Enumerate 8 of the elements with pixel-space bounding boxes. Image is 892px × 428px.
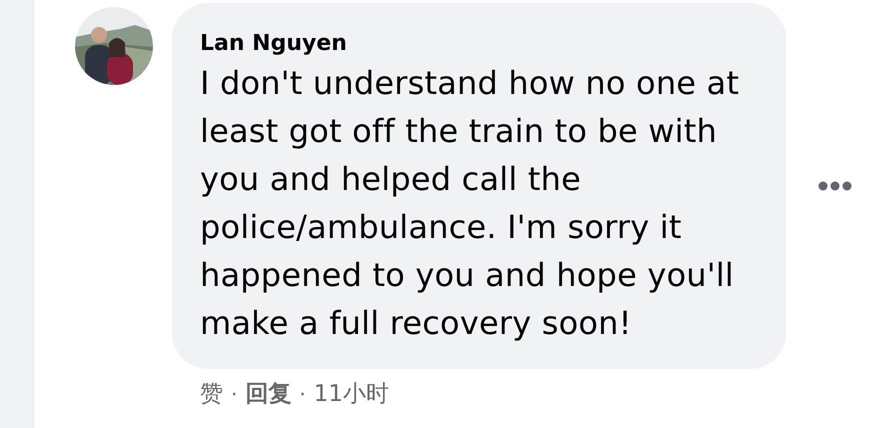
separator: · bbox=[231, 382, 238, 406]
reply-link[interactable]: 回复 bbox=[245, 378, 292, 409]
comment-text: I don't understand how no one at least got off the train to be with you and helped call the police/ambulance. I'm sorry it happened to you and hope you'll make a full recovery soon! bbox=[200, 63, 740, 344]
author-name[interactable]: Lan Nguyen bbox=[200, 29, 758, 59]
separator: · bbox=[299, 382, 306, 406]
timestamp[interactable]: 11小时 bbox=[314, 378, 389, 409]
like-link[interactable]: 赞 bbox=[200, 378, 223, 409]
more-icon[interactable] bbox=[818, 181, 852, 191]
